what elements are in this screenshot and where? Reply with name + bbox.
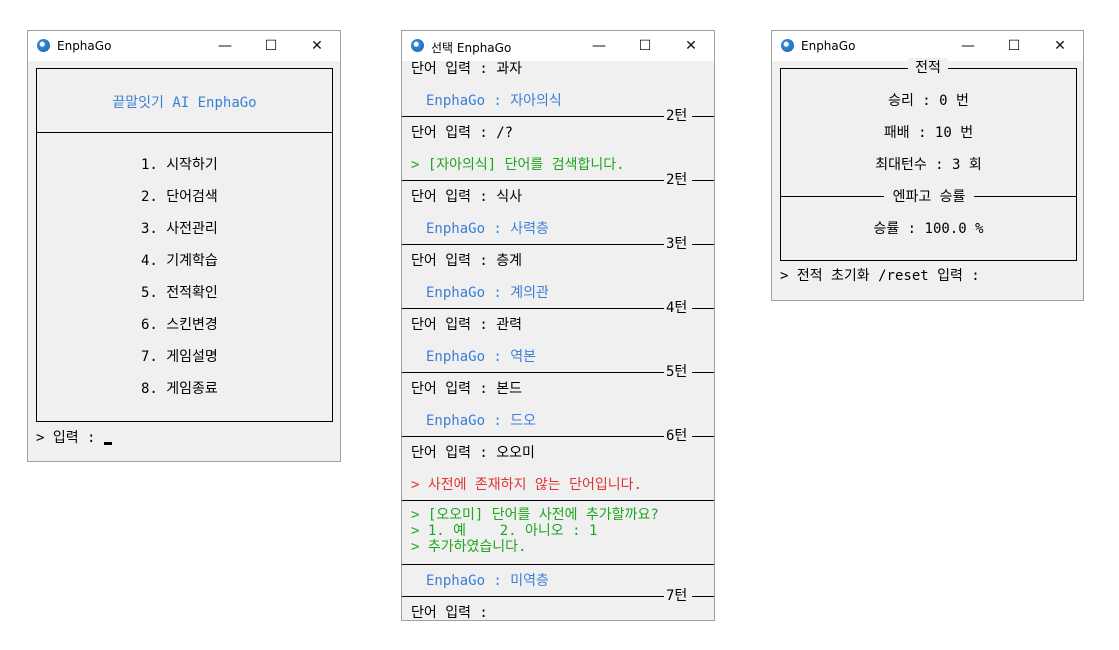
divider [692,372,714,373]
turn-label: 4턴 [665,300,689,316]
text-cursor [103,442,112,445]
app-icon [781,39,794,52]
divider [692,244,714,245]
log-line: 단어 입력 : 과자 [411,61,522,77]
log-line: EnphaGo : 사력층 [426,221,549,237]
console-output: 단어 입력 : 과자 EnphaGo : 자아의식 2턴 단어 입력 : /? … [402,31,714,620]
log-line: 단어 입력 : 식사 [411,189,522,205]
win-rate: 승률 : 100.0 % [873,221,984,237]
menu-item-skin[interactable]: 6. 스킨변경 [141,315,218,335]
minimize-button[interactable]: — [945,31,991,61]
divider [692,596,714,597]
record-frame: 전적 승리 : 0 번 패배 : 10 번 최대턴수 : 3 회 엔파고 승률 … [780,58,1077,261]
window-title: EnphaGo [57,39,112,53]
input-prompt[interactable]: > 입력 : [36,428,112,448]
window-title: EnphaGo [801,39,856,53]
divider [692,308,714,309]
prompt-label: > 입력 : [36,430,104,446]
log-line: EnphaGo : 자아의식 [426,93,562,109]
divider [402,436,664,437]
turn-label: 5턴 [665,364,689,380]
menu-item-search[interactable]: 2. 단어검색 [141,187,218,207]
section-title-record: 전적 [908,58,948,78]
log-line: 단어 입력 : 층계 [411,253,522,269]
log-line: > 추가하였습니다. [411,539,527,555]
log-line: 단어 입력 : 오오미 [411,445,535,461]
log-line: > 1. 예 2. 아니오 : 1 [411,523,598,539]
divider [402,116,664,117]
maximize-button[interactable]: ☐ [248,31,294,61]
log-line: 단어 입력 : /? [411,125,514,141]
reset-prompt[interactable]: > 전적 초기화 /reset 입력 : [780,266,988,286]
menu-header: 끝말잇기 AI EnphaGo [112,95,257,111]
input-prompt[interactable]: 단어 입력 : [411,603,496,620]
divider [402,564,714,565]
divider [692,180,714,181]
close-button[interactable]: ✕ [294,31,340,61]
log-line: 단어 입력 : 관력 [411,317,522,333]
turn-label: 3턴 [665,236,689,252]
log-line: EnphaGo : 미역층 [426,573,549,589]
minimize-button[interactable]: — [202,31,248,61]
log-line: EnphaGo : 드오 [426,413,537,429]
section-title-winrate: 엔파고 승률 [884,187,974,207]
menu-frame: 끝말잇기 AI EnphaGo 1. 시작하기 2. 단어검색 3. 사전관리 … [36,68,333,422]
turn-label: 2턴 [665,108,689,124]
divider [402,500,714,501]
turn-label: 7턴 [665,588,689,604]
divider [402,372,664,373]
maximize-button[interactable]: ☐ [991,31,1037,61]
menu-item-dictionary[interactable]: 3. 사전관리 [141,219,218,239]
title-bar[interactable]: EnphaGo — ☐ ✕ [772,31,1083,61]
menu-item-learning[interactable]: 4. 기계학습 [141,251,218,271]
turn-label: 2턴 [665,172,689,188]
game-window: 선택 EnphaGo — ☐ ✕ 단어 입력 : 과자 EnphaGo : 자아… [401,30,715,621]
record-window: EnphaGo — ☐ ✕ 전적 승리 : 0 번 패배 : 10 번 최대턴수… [771,30,1084,301]
wins-count: 승리 : 0 번 [888,93,969,109]
log-line: 단어 입력 : 본드 [411,381,522,397]
log-line: > 사전에 존재하지 않는 단어입니다. [411,477,642,493]
divider [402,596,664,597]
close-button[interactable]: ✕ [1037,31,1083,61]
divider [402,308,664,309]
menu-item-record[interactable]: 5. 전적확인 [141,283,218,303]
losses-count: 패배 : 10 번 [883,125,974,141]
menu-item-help[interactable]: 7. 게임설명 [141,347,218,367]
divider [37,132,332,133]
max-turns: 최대턴수 : 3 회 [875,157,982,173]
divider [402,244,664,245]
menu-item-start[interactable]: 1. 시작하기 [141,155,218,175]
divider [692,436,714,437]
menu-item-exit[interactable]: 8. 게임종료 [141,379,218,399]
log-line: > [자아의식] 단어를 검색합니다. [411,157,625,173]
menu-window: EnphaGo — ☐ ✕ 끝말잇기 AI EnphaGo 1. 시작하기 2.… [27,30,341,462]
divider [692,116,714,117]
title-bar[interactable]: EnphaGo — ☐ ✕ [28,31,340,61]
log-line: EnphaGo : 계의관 [426,285,549,301]
log-line: EnphaGo : 역본 [426,349,537,365]
app-icon [37,39,50,52]
turn-label: 6턴 [665,428,689,444]
log-line: > [오오미] 단어를 사전에 추가할까요? [411,507,659,523]
divider [402,180,664,181]
